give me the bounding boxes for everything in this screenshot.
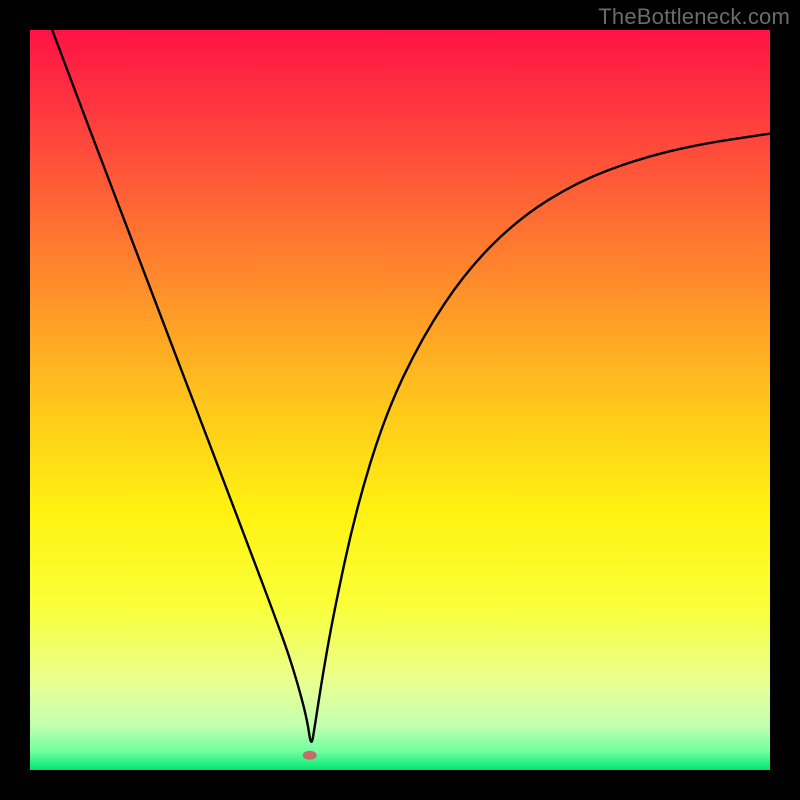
min-marker <box>303 751 317 760</box>
gradient-background <box>30 30 770 770</box>
chart-frame: TheBottleneck.com <box>0 0 800 800</box>
plot-area <box>30 30 770 770</box>
marker-layer <box>303 751 317 760</box>
chart-svg <box>30 30 770 770</box>
watermark-text: TheBottleneck.com <box>598 4 790 30</box>
